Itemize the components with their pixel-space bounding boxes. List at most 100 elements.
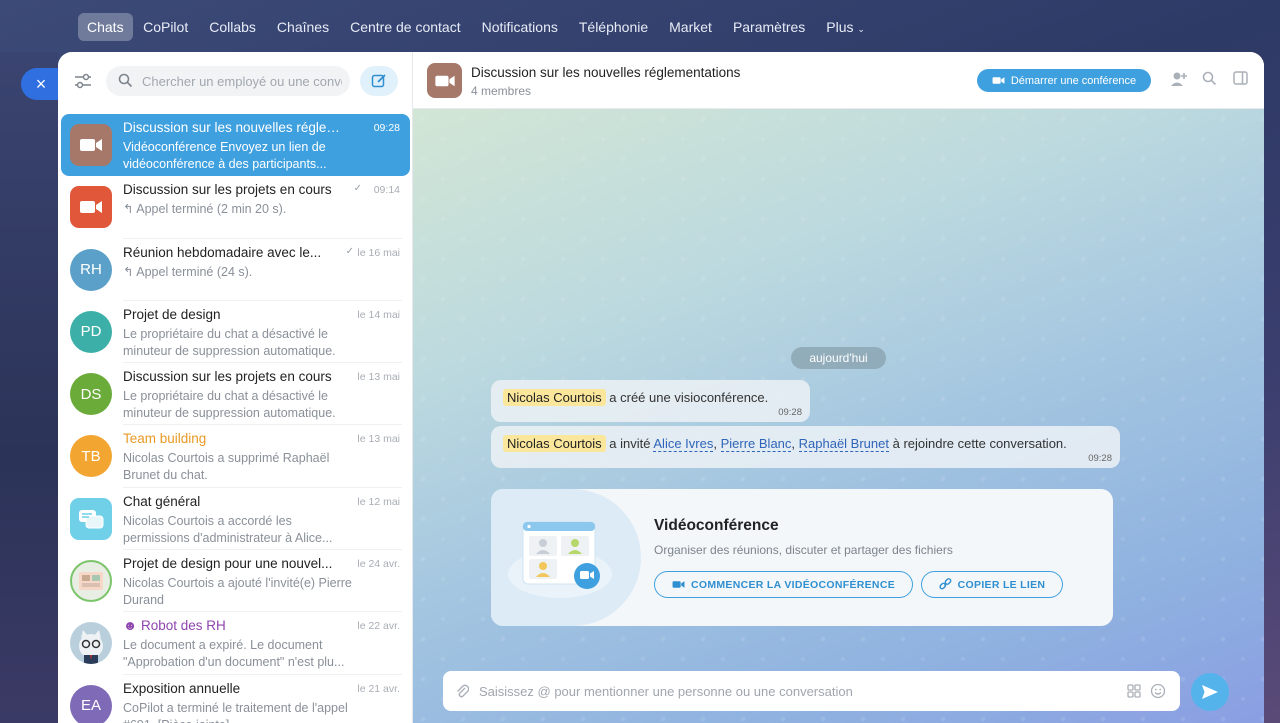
nav-contact-center[interactable]: Centre de contact — [340, 13, 472, 41]
chat-preview: Nicolas Courtois a supprimé Raphaël Brun… — [123, 451, 330, 483]
avatar: EA — [70, 684, 112, 723]
link-icon — [939, 578, 952, 590]
chat-title: Discussion sur les projets en cours — [123, 182, 332, 198]
chat-list-item[interactable]: DS Discussion sur les projets en cours l… — [61, 363, 410, 426]
top-navigation: Chats CoPilot Collabs Chaînes Centre de … — [78, 13, 875, 41]
nav-more-label: Plus — [826, 19, 854, 35]
video-camera-icon — [992, 77, 1005, 84]
nav-settings[interactable]: Paramètres — [722, 13, 815, 41]
chat-list-item[interactable]: EA Exposition annuelle le 21 avr. CoPilo… — [61, 675, 410, 723]
general-chat-avatar — [70, 497, 112, 540]
chat-preview: Le document a expiré. Le document "Appro… — [123, 638, 345, 670]
chat-preview: Nicolas Courtois a ajouté l'invité(e) Pi… — [123, 576, 352, 608]
sidebar-panel-icon[interactable] — [1233, 71, 1248, 85]
filter-icon[interactable] — [70, 68, 96, 94]
videoconference-card: Vidéoconférence Organiser des réunions, … — [491, 489, 1113, 626]
chat-title: Projet de design pour une nouvel... — [123, 556, 333, 572]
close-button[interactable]: × — [21, 68, 61, 100]
video-chat-avatar — [70, 186, 112, 229]
nav-collabs[interactable]: Collabs — [199, 13, 267, 41]
search-icon — [118, 73, 133, 93]
chat-title-text: Robot des RH — [140, 618, 226, 634]
chat-list-item[interactable]: PD Projet de design le 14 mai Le proprié… — [61, 301, 410, 364]
copy-link-button[interactable]: COPIER LE LIEN — [921, 571, 1063, 598]
chat-title: Projet de design — [123, 306, 221, 322]
message-text: a invité — [609, 436, 651, 451]
nav-chats[interactable]: Chats — [78, 13, 133, 41]
video-camera-icon — [672, 581, 685, 588]
bot-icon: ☻ — [123, 618, 138, 634]
chat-messages-area: aujourd'hui Nicolas Courtois a créé une … — [413, 109, 1264, 723]
project-image-avatar — [70, 560, 112, 603]
attachment-icon[interactable] — [455, 683, 470, 704]
nav-more[interactable]: Plus ⌄ — [816, 13, 876, 41]
chat-title: Team building — [123, 431, 207, 447]
chat-preview: CoPilot a terminé le traitement de l'app… — [123, 700, 348, 723]
design-image-icon — [79, 572, 103, 591]
message-time: 09:28 — [1088, 453, 1112, 464]
robot-avatar — [70, 622, 112, 665]
avatar: DS — [70, 373, 112, 416]
chat-preview: Le propriétaire du chat a désactivé le m… — [123, 389, 336, 421]
add-user-icon[interactable] — [1170, 71, 1188, 87]
avatar: PD — [70, 310, 112, 353]
chat-title: ☻ Robot des RH — [123, 618, 343, 633]
chat-list-item[interactable]: Projet de design pour une nouvel... le 2… — [61, 550, 410, 613]
video-camera-icon — [80, 139, 102, 151]
chat-time: le 14 mai — [357, 308, 400, 321]
chat-time: le 22 avr. — [357, 620, 400, 633]
chat-list-item[interactable]: ☻ Robot des RH le 22 avr. Le document a … — [61, 612, 410, 675]
video-camera-icon — [434, 75, 455, 86]
chat-list-item[interactable]: Chat général le 12 mai Nicolas Courtois … — [61, 488, 410, 551]
mention-author[interactable]: Nicolas Courtois — [503, 389, 606, 406]
send-button[interactable] — [1191, 673, 1229, 711]
message-input[interactable] — [479, 683, 1099, 699]
nav-chaines[interactable]: Chaînes — [266, 13, 339, 41]
user-link[interactable]: Pierre Blanc — [720, 436, 792, 452]
chat-list-item[interactable]: Discussion sur les nouvelles réglem... 0… — [61, 114, 410, 177]
emoji-icon[interactable] — [1150, 683, 1166, 704]
chevron-down-icon: ⌄ — [857, 24, 865, 34]
chat-time: le 13 mai — [357, 371, 400, 384]
nav-copilot[interactable]: CoPilot — [133, 13, 199, 41]
search-input[interactable] — [142, 73, 342, 89]
chat-list-item[interactable]: TB Team building le 13 mai Nicolas Court… — [61, 425, 410, 488]
chat-time: le 21 avr. — [357, 682, 400, 695]
nav-telephony[interactable]: Téléphonie — [568, 13, 658, 41]
message-text: à rejoindre cette conversation. — [892, 436, 1067, 451]
chat-header: Discussion sur les nouvelles réglementat… — [413, 52, 1264, 109]
chat-title[interactable]: Discussion sur les nouvelles réglementat… — [471, 65, 740, 80]
chat-time: le 24 avr. — [357, 558, 400, 571]
compose-button[interactable] — [360, 66, 398, 96]
user-link[interactable]: Raphaël Brunet — [798, 436, 889, 452]
chat-list-item[interactable]: Discussion sur les projets en cours ✓ 09… — [61, 176, 410, 239]
message-text: a créé une visioconférence. — [609, 390, 769, 405]
chat-list-item[interactable]: RH Réunion hebdomadaire avec le... ✓ le … — [61, 239, 410, 301]
nav-market[interactable]: Market — [659, 13, 723, 41]
chat-main: Discussion sur les nouvelles réglementat… — [413, 52, 1264, 723]
send-icon — [1202, 685, 1218, 699]
card-title: Vidéoconférence — [654, 517, 779, 534]
start-conference-button[interactable]: Démarrer une conférence — [977, 69, 1151, 92]
read-check-icon: ✓ — [345, 245, 354, 257]
start-videoconference-button[interactable]: COMMENCER LA VIDÉOCONFÉRENCE — [654, 571, 913, 598]
chat-title: Réunion hebdomadaire avec le... — [123, 244, 322, 260]
apps-grid-icon[interactable] — [1127, 684, 1141, 703]
mention-author[interactable]: Nicolas Courtois — [503, 435, 606, 452]
chat-sidebar: Discussion sur les nouvelles réglem... 0… — [58, 52, 413, 723]
user-link[interactable]: Alice Ivres — [653, 436, 714, 452]
avatar: TB — [70, 435, 112, 478]
background-left-strip — [0, 52, 58, 723]
sidebar-header — [58, 52, 412, 110]
chat-avatar[interactable] — [427, 63, 462, 98]
edit-icon — [371, 74, 386, 88]
message-input-bar — [443, 671, 1180, 711]
search-icon[interactable] — [1202, 71, 1217, 86]
chat-preview: Le propriétaire du chat a désactivé le m… — [123, 326, 336, 358]
cat-robot-icon — [79, 630, 103, 665]
chat-title: Discussion sur les nouvelles réglem... — [123, 120, 343, 135]
close-icon: × — [35, 73, 47, 94]
member-count[interactable]: 4 membres — [471, 84, 531, 98]
nav-notifications[interactable]: Notifications — [471, 13, 568, 41]
system-message: Nicolas Courtois a invité Alice Ivres, P… — [491, 426, 1120, 468]
